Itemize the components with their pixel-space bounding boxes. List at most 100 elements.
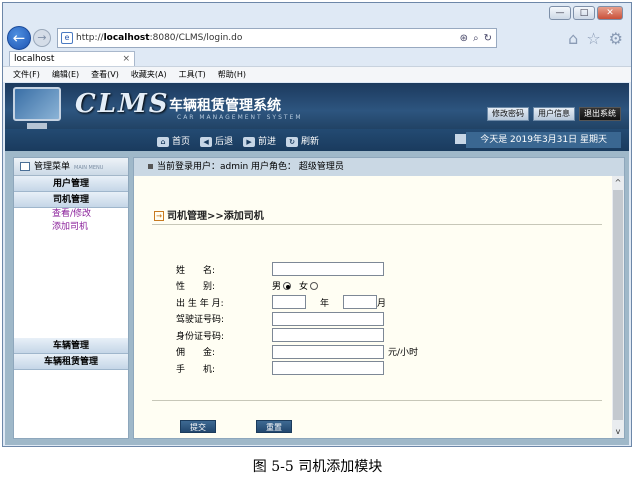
browser-window: — □ ✕ ← → e http://localhost:8080/CLMS/l…: [2, 2, 632, 447]
sidebar-item-driver-management[interactable]: 司机管理: [14, 192, 128, 208]
address-row: ← → e http://localhost:8080/CLMS/login.d…: [7, 25, 627, 51]
year-label: 年: [320, 298, 330, 309]
license-input[interactable]: [272, 311, 384, 326]
menu-tools[interactable]: 工具(T): [179, 67, 206, 82]
menu-favorites[interactable]: 收藏夹(A): [131, 67, 167, 82]
commission-input[interactable]: [272, 344, 384, 359]
user-info-text: 当前登录用户：admin 用户角色： 超级管理员: [157, 162, 344, 172]
url-tools: ⊛ ⌕ ↻: [460, 33, 496, 44]
name-label: 姓 名:: [176, 265, 216, 276]
idcard-input[interactable]: [272, 328, 384, 343]
page-icon: e: [61, 32, 73, 44]
toolbar-icons: ⌂ ☆ ⚙: [568, 29, 627, 48]
forward-icon[interactable]: →: [33, 29, 51, 47]
arrow-left-icon: ◀: [200, 136, 213, 147]
sidebar-header: 管理菜单 MAIN MENU: [14, 158, 128, 176]
sidebar: 管理菜单 MAIN MENU 用户管理 司机管理 查看/修改 添加司机 车辆管理 …: [13, 157, 129, 439]
month-label: 月: [377, 298, 387, 309]
user-bar: 当前登录用户：admin 用户角色： 超级管理员: [134, 158, 624, 176]
nav-refresh[interactable]: ↻ 刷新: [286, 134, 319, 147]
scroll-thumb[interactable]: [613, 190, 623, 420]
nav-refresh-label: 刷新: [301, 136, 320, 147]
menu-help[interactable]: 帮助(H): [218, 67, 246, 82]
breadcrumb: → 司机管理>>添加司机: [154, 207, 264, 222]
divider: [152, 224, 602, 225]
nav-forward[interactable]: ▶ 前进: [243, 134, 276, 147]
arrow-right-icon: ▶: [243, 136, 256, 147]
breadcrumb-text: 司机管理>>添加司机: [167, 211, 264, 222]
phone-input[interactable]: [272, 361, 384, 376]
birth-month-input[interactable]: [343, 295, 378, 310]
male-radio[interactable]: [283, 281, 292, 290]
home-icon: ⌂: [157, 136, 169, 147]
license-label: 驾驶证号码:: [176, 315, 225, 326]
sidebar-link-add-driver[interactable]: 添加司机: [14, 221, 128, 234]
arrow-box-icon: →: [154, 211, 164, 221]
sidebar-link-view-edit[interactable]: 查看/修改: [14, 208, 128, 221]
add-driver-form: 姓 名: 性 别: 男 女 出 生 年 月: 年 月 驾驶证号码: 身份证号码: 佣…: [176, 261, 418, 377]
scrollbar[interactable]: ^ v: [612, 176, 624, 438]
address-bar[interactable]: e http://localhost:8080/CLMS/login.do ⊛ …: [57, 28, 497, 48]
submit-button[interactable]: 提交: [180, 420, 216, 433]
url-host: localhost: [103, 33, 150, 43]
user-info-button[interactable]: 用户信息: [533, 107, 575, 121]
window-controls: — □ ✕: [549, 6, 623, 20]
system-name: 车辆租赁管理系统: [169, 98, 281, 114]
menu-icon: [20, 162, 30, 171]
close-icon[interactable]: ✕: [597, 6, 623, 20]
figure-caption: 图 5-5 司机添加模块: [252, 459, 383, 475]
menu-edit[interactable]: 编辑(E): [52, 67, 79, 82]
logout-button[interactable]: 退出系统: [579, 107, 621, 121]
browser-tab[interactable]: localhost ×: [9, 51, 135, 66]
nav-home-label: 首页: [172, 136, 191, 147]
date-display: 今天是 2019年3月31日 星期天: [466, 132, 621, 148]
app-logo: CLMS: [75, 89, 170, 119]
refresh-icon[interactable]: ↻: [484, 33, 492, 44]
url-rest: :8080/CLMS/login.do: [149, 33, 243, 43]
gender-label: 性 别:: [176, 282, 216, 293]
tab-close-icon[interactable]: ×: [122, 52, 130, 66]
header-buttons: 修改密码 用户信息 退出系统: [487, 107, 621, 121]
nav-bar: ⌂ 首页 ◀ 后退 ▶ 前进 ↻ 刷新 今天是 2019年3月31日 星期天: [5, 129, 629, 151]
minimize-icon[interactable]: —: [549, 6, 571, 20]
female-radio[interactable]: [310, 281, 319, 290]
search-icon[interactable]: ⌕: [473, 33, 479, 44]
sidebar-item-rental-management[interactable]: 车辆租赁管理: [14, 354, 128, 370]
scroll-up-icon[interactable]: ^: [612, 178, 624, 187]
bullet-icon: [148, 164, 153, 169]
refresh-icon: ↻: [286, 136, 299, 147]
app-area: CLMS 车辆租赁管理系统 CAR MANAGEMENT SYSTEM 修改密码…: [5, 83, 629, 445]
birth-year-input[interactable]: [272, 295, 306, 310]
sidebar-item-user-management[interactable]: 用户管理: [14, 176, 128, 192]
name-input[interactable]: [272, 262, 384, 277]
maximize-icon[interactable]: □: [573, 6, 595, 20]
change-password-button[interactable]: 修改密码: [487, 107, 529, 121]
menu-view[interactable]: 查看(V): [91, 67, 119, 82]
back-icon[interactable]: ←: [7, 26, 31, 50]
compat-icon[interactable]: ⊛: [460, 33, 468, 44]
nav-back-label: 后退: [215, 136, 234, 147]
sidebar-title-en: MAIN MENU: [74, 165, 104, 171]
system-subtitle: CAR MANAGEMENT SYSTEM: [177, 114, 303, 121]
home-icon[interactable]: ⌂: [568, 29, 578, 48]
phone-label: 手 机:: [176, 364, 216, 375]
commission-label: 佣 金:: [176, 348, 216, 359]
divider: [152, 400, 602, 401]
scroll-down-icon[interactable]: v: [612, 427, 624, 436]
app-header: CLMS 车辆租赁管理系统 CAR MANAGEMENT SYSTEM 修改密码…: [5, 83, 629, 129]
sidebar-item-vehicle-management[interactable]: 车辆管理: [14, 338, 128, 354]
male-label: 男: [272, 282, 282, 293]
form-actions: 提交 重置: [180, 420, 292, 433]
favorites-icon[interactable]: ☆: [586, 29, 600, 48]
reset-button[interactable]: 重置: [256, 420, 292, 433]
nav-back[interactable]: ◀ 后退: [200, 134, 233, 147]
main-content: 当前登录用户：admin 用户角色： 超级管理员 → 司机管理>>添加司机 姓 名…: [133, 157, 625, 439]
nav-home[interactable]: ⌂ 首页: [157, 134, 190, 147]
menu-bar: 文件(F) 编辑(E) 查看(V) 收藏夹(A) 工具(T) 帮助(H): [3, 66, 631, 82]
sidebar-title: 管理菜单: [34, 162, 71, 172]
commission-unit: 元/小时: [388, 348, 419, 359]
menu-file[interactable]: 文件(F): [13, 67, 40, 82]
nav-forward-label: 前进: [258, 136, 277, 147]
female-label: 女: [299, 282, 309, 293]
gear-icon[interactable]: ⚙: [609, 29, 623, 48]
